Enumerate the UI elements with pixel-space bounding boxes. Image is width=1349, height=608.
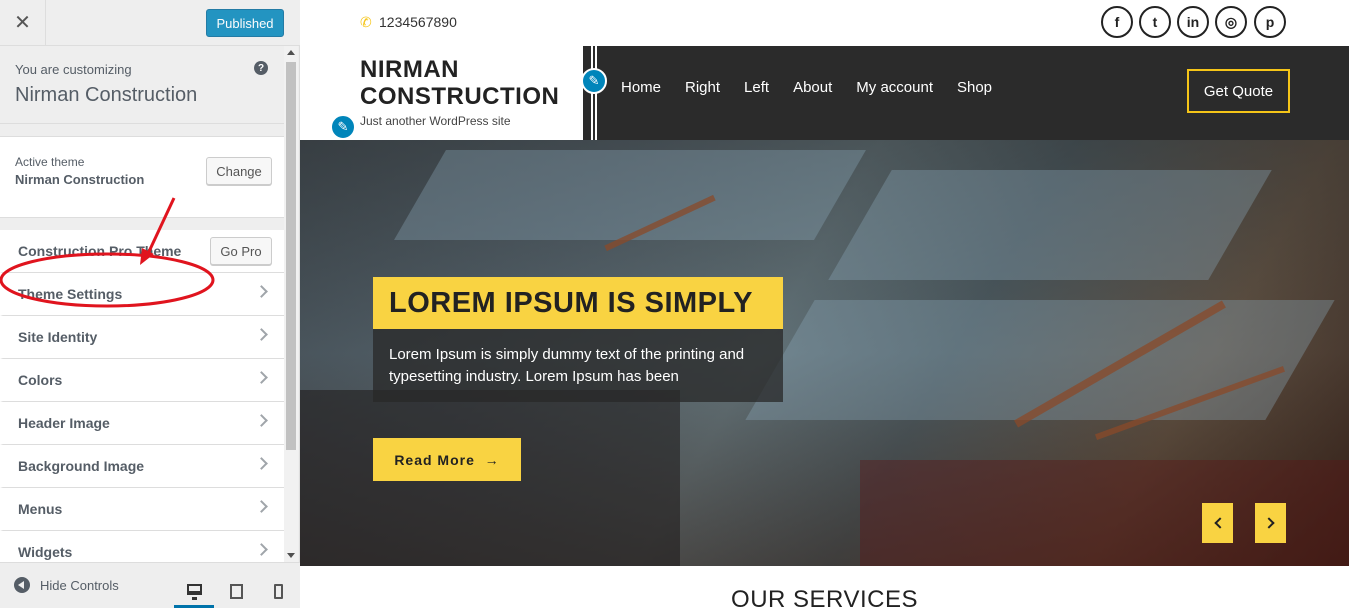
arrow-right-icon: →: [484, 451, 500, 468]
nav-item-right[interactable]: Right: [685, 79, 720, 96]
chevron-right-icon: [1262, 517, 1275, 529]
customizer-sidebar: ✕ Published You are customizing Nirman C…: [0, 0, 300, 608]
customizer-header: ✕ Published: [0, 0, 300, 46]
section-label: Widgets: [18, 544, 73, 560]
desktop-icon: [186, 583, 202, 600]
site-topbar: ✆ 1234567890 f t in ◎ p: [300, 0, 1349, 46]
hero-description: Lorem Ipsum is simply dummy text of the …: [373, 329, 783, 402]
section-label: Site Identity: [18, 329, 98, 345]
edit-menu-pencil-icon[interactable]: ✎: [581, 68, 607, 94]
hide-controls-button[interactable]: Hide Controls: [14, 577, 119, 593]
chevron-right-icon: [255, 285, 268, 298]
section-header-image[interactable]: Header Image: [0, 402, 284, 445]
tablet-icon: [229, 583, 243, 599]
section-theme-settings[interactable]: Theme Settings: [0, 273, 284, 316]
scroll-up-arrow-icon[interactable]: [287, 50, 295, 55]
section-label: Header Image: [18, 415, 110, 431]
customize-info: You are customizing Nirman Construction …: [0, 46, 284, 124]
section-background-image[interactable]: Background Image: [0, 445, 284, 488]
nav-item-my-account[interactable]: My account: [856, 79, 933, 96]
slider-prev-button[interactable]: [1202, 503, 1233, 543]
slider-next-button[interactable]: [1255, 503, 1286, 543]
hero-bg-shape: [394, 150, 866, 240]
chevron-right-icon: [255, 500, 268, 513]
publish-button[interactable]: Published: [206, 9, 284, 37]
section-site-identity[interactable]: Site Identity: [0, 316, 284, 359]
help-icon[interactable]: ?: [254, 61, 268, 75]
preview-mobile-button[interactable]: [258, 573, 298, 608]
section-construction-pro: Construction Pro Theme Go Pro: [0, 230, 284, 273]
nav-item-left[interactable]: Left: [744, 79, 769, 96]
hero-title: LOREM IPSUM IS SIMPLY: [373, 277, 783, 329]
section-label: Background Image: [18, 458, 145, 474]
hero-bg-shape: [745, 300, 1335, 420]
hero-bg-shape: [828, 170, 1272, 280]
site-title-text: Nirman Construction: [15, 84, 198, 106]
customizer-panel: You are customizing Nirman Construction …: [0, 46, 284, 562]
chevron-right-icon: [255, 457, 268, 470]
chevron-right-icon: [255, 328, 268, 341]
section-menus[interactable]: Menus: [0, 488, 284, 531]
pinterest-icon[interactable]: p: [1254, 6, 1286, 38]
edit-branding-pencil-icon[interactable]: ✎: [330, 114, 356, 140]
nav-item-about[interactable]: About: [793, 79, 832, 96]
chevron-right-icon: [255, 414, 268, 427]
section-colors[interactable]: Colors: [0, 359, 284, 402]
phone-number[interactable]: 1234567890: [379, 14, 457, 30]
hero-slider: LOREM IPSUM IS SIMPLY Lorem Ipsum is sim…: [300, 140, 1349, 566]
preview-tablet-button[interactable]: [216, 573, 256, 608]
nav-item-home[interactable]: Home: [621, 79, 661, 96]
section-widgets[interactable]: Widgets: [0, 531, 284, 562]
nav-item-shop[interactable]: Shop: [957, 79, 992, 96]
twitter-icon[interactable]: t: [1139, 6, 1171, 38]
go-pro-button[interactable]: Go Pro: [210, 237, 272, 265]
read-more-button[interactable]: Read More →: [373, 438, 521, 481]
read-more-label: Read More: [394, 451, 475, 468]
customizer-footer: Hide Controls: [0, 562, 300, 608]
active-theme-section: Active theme Nirman Construction Change: [0, 136, 284, 218]
section-label: Theme Settings: [18, 286, 123, 302]
site-tagline: Just another WordPress site: [360, 114, 511, 128]
chevron-left-icon: [1213, 517, 1226, 529]
services-heading: OUR SERVICES: [731, 586, 918, 608]
get-quote-button[interactable]: Get Quote: [1187, 69, 1290, 113]
chevron-right-icon: [255, 371, 268, 384]
chevron-right-icon: [255, 543, 268, 556]
facebook-icon[interactable]: f: [1101, 6, 1133, 38]
hide-controls-label: Hide Controls: [40, 577, 119, 593]
site-logo-title[interactable]: NIRMAN CONSTRUCTION: [360, 56, 570, 110]
mobile-icon: [273, 583, 283, 599]
section-label: Construction Pro Theme: [18, 243, 182, 259]
services-section: OUR SERVICES: [300, 566, 1349, 608]
collapse-icon: [14, 577, 30, 593]
scroll-down-arrow-icon[interactable]: [287, 553, 295, 558]
close-customizer-button[interactable]: ✕: [0, 0, 46, 45]
section-label: Colors: [18, 372, 63, 388]
main-navigation: Home Right Left About My account Shop: [621, 79, 992, 96]
preview-desktop-button[interactable]: [174, 573, 214, 608]
change-theme-button[interactable]: Change: [206, 157, 272, 185]
linkedin-icon[interactable]: in: [1177, 6, 1209, 38]
site-header: NIRMAN CONSTRUCTION Just another WordPre…: [300, 46, 1349, 140]
customizing-label: You are customizing: [15, 62, 132, 77]
phone-icon: ✆: [360, 14, 372, 30]
sidebar-scrollbar[interactable]: [284, 46, 298, 562]
section-label: Menus: [18, 501, 63, 517]
instagram-icon[interactable]: ◎: [1215, 6, 1247, 38]
scrollbar-thumb[interactable]: [286, 62, 296, 450]
